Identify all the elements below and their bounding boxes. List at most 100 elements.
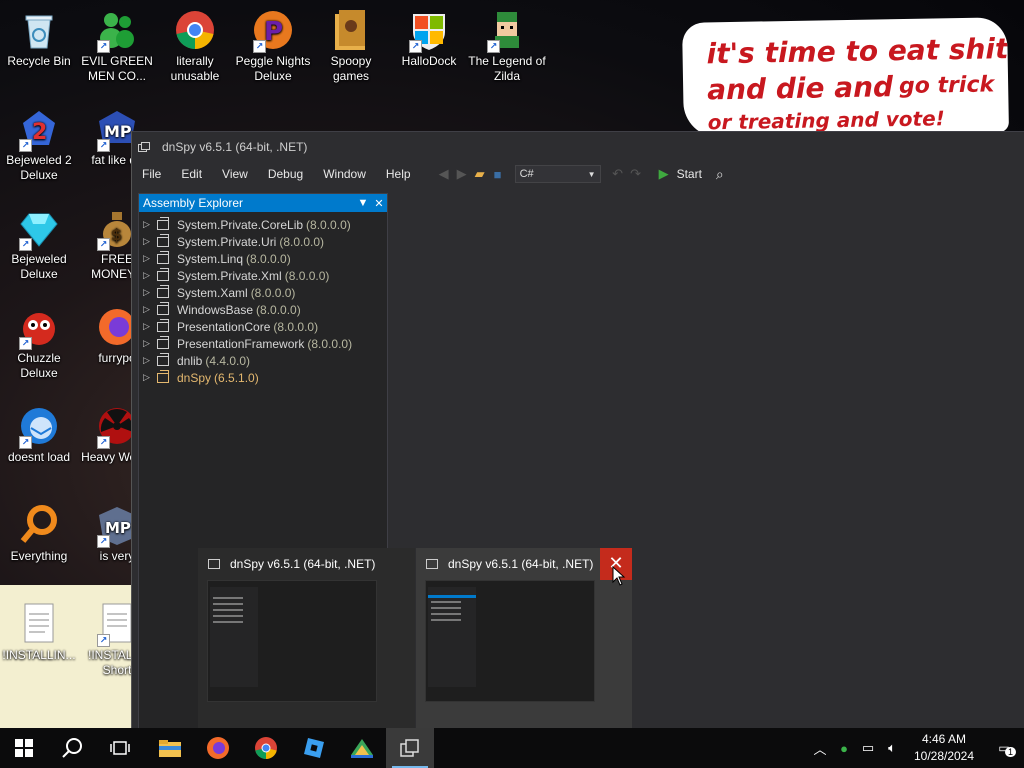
desktop-icon-peggle-nights[interactable]: P ↗ Peggle Nights Deluxe — [234, 8, 312, 84]
tree-node[interactable]: ▷ System.Linq (8.0.0.0) — [139, 250, 387, 267]
back-icon[interactable]: ◀ — [435, 165, 453, 183]
close-icon[interactable]: ✕ — [371, 197, 387, 210]
thumbnail-panel — [210, 587, 258, 687]
forward-icon[interactable]: ▶ — [453, 165, 471, 183]
folder-icon — [329, 8, 373, 52]
tree-node[interactable]: ▷ dnlib (4.4.0.0) — [139, 352, 387, 369]
taskbar-roblox-studio[interactable] — [290, 728, 338, 768]
desktop-icon-bejeweled-2[interactable]: 2 ↗ Bejeweled 2 Deluxe — [0, 107, 78, 183]
expand-arrow-icon[interactable]: ▷ — [143, 236, 153, 247]
chevron-down-icon: ▼ — [587, 169, 596, 179]
expand-arrow-icon[interactable]: ▷ — [143, 287, 153, 298]
assembly-version: (8.0.0.0) — [256, 302, 301, 317]
desktop-icon-legend-of-zilda[interactable]: ↗ The Legend of Zilda — [468, 8, 546, 84]
menu-window[interactable]: Window — [313, 167, 376, 181]
menu-help[interactable]: Help — [376, 167, 421, 181]
save-icon[interactable]: ■ — [489, 165, 507, 183]
assembly-icon — [157, 216, 169, 230]
assembly-name: System.Linq — [177, 251, 244, 266]
desktop-icon-bejeweled[interactable]: ↗ Bejeweled Deluxe — [0, 206, 78, 282]
tree-node[interactable]: ▷ WindowsBase (8.0.0.0) — [139, 301, 387, 318]
desktop-icon-everything[interactable]: Everything — [0, 503, 78, 564]
volume-icon[interactable]: 🔈︎ — [880, 740, 904, 756]
shortcut-arrow-icon: ↗ — [19, 238, 32, 251]
assembly-name: System.Private.CoreLib — [177, 217, 304, 232]
action-center-button[interactable]: ▭ 1 — [984, 741, 1024, 757]
taskbar-preview-hovered[interactable]: dnSpy v6.5.1 (64-bit, .NET) ✕ — [416, 548, 632, 728]
preview-title: dnSpy v6.5.1 (64-bit, .NET) — [230, 557, 376, 571]
taskbar-chrome[interactable] — [242, 728, 290, 768]
menu-debug[interactable]: Debug — [258, 167, 313, 181]
taskbar-preview[interactable]: dnSpy v6.5.1 (64-bit, .NET) — [198, 548, 415, 728]
search-button[interactable] — [48, 728, 96, 768]
assembly-name: System.Xaml — [177, 285, 248, 300]
tree-node[interactable]: ▷ PresentationCore (8.0.0.0) — [139, 318, 387, 335]
assembly-icon — [157, 233, 169, 247]
menu-file[interactable]: File — [132, 167, 171, 181]
start-button[interactable] — [0, 728, 48, 768]
desktop-icon-hallodock[interactable]: ↗ HalloDock — [390, 8, 468, 69]
chrome-icon — [255, 737, 277, 759]
redo-icon[interactable]: ↷ — [627, 165, 645, 183]
taskbar-app[interactable] — [338, 728, 386, 768]
tree-node[interactable]: ▷ System.Xaml (8.0.0.0) — [139, 284, 387, 301]
gem-icon: ↗ — [17, 206, 61, 251]
taskbar-file-explorer[interactable] — [146, 728, 194, 768]
clock[interactable]: 4:46 AM 10/28/2024 — [904, 731, 984, 765]
desktop-icon-evil-green-men[interactable]: ↗ EVIL GREEN MEN CO... — [78, 8, 156, 84]
system-tray: ︿ ● ▭ 🔈︎ 4:46 AM 10/28/2024 ▭ 1 — [808, 728, 1024, 768]
shortcut-arrow-icon: ↗ — [97, 535, 110, 548]
magnifier-icon — [17, 503, 61, 547]
window-icon — [138, 142, 150, 152]
shortcut-arrow-icon: ↗ — [97, 238, 110, 251]
assembly-name: PresentationFramework — [177, 336, 305, 351]
expand-arrow-icon[interactable]: ▷ — [143, 372, 153, 383]
expand-arrow-icon[interactable]: ▷ — [143, 304, 153, 315]
expand-arrow-icon[interactable]: ▷ — [143, 321, 153, 332]
network-icon[interactable]: ▭ — [856, 740, 880, 756]
tree-node[interactable]: ▷ System.Private.Xml (8.0.0.0) — [139, 267, 387, 284]
window-titlebar[interactable]: dnSpy v6.5.1 (64-bit, .NET) — [132, 132, 1024, 162]
chrome-icon — [173, 8, 217, 52]
open-folder-icon[interactable]: ▰ — [471, 165, 489, 183]
recycle-bin-icon — [17, 8, 61, 52]
assembly-name: WindowsBase — [177, 302, 254, 317]
menu-view[interactable]: View — [212, 167, 258, 181]
desktop-icon-installing[interactable]: !INSTALLIN... — [0, 602, 78, 663]
expand-arrow-icon[interactable]: ▷ — [143, 219, 153, 230]
desktop-icon-label: Chuzzle Deluxe — [17, 351, 61, 380]
desktop-icon-chuzzle[interactable]: ↗ Chuzzle Deluxe — [0, 305, 78, 381]
tree-node[interactable]: ▷ System.Private.CoreLib (8.0.0.0) — [139, 216, 387, 233]
tree-node[interactable]: ▷ dnSpy (6.5.1.0) — [139, 369, 387, 386]
preview-title: dnSpy v6.5.1 (64-bit, .NET) — [448, 557, 594, 571]
task-view-button[interactable] — [96, 728, 144, 768]
shortcut-arrow-icon: ↗ — [409, 40, 422, 53]
desktop-icon-doesnt-load[interactable]: ↗ doesnt load — [0, 404, 78, 465]
tree-node[interactable]: ▷ System.Private.Uri (8.0.0.0) — [139, 233, 387, 250]
expand-arrow-icon[interactable]: ▷ — [143, 270, 153, 281]
desktop-icon-recycle-bin[interactable]: Recycle Bin — [0, 8, 78, 69]
assembly-icon — [157, 250, 169, 264]
desktop-icon-literally-unusable[interactable]: literally unusable — [156, 8, 234, 84]
undo-icon[interactable]: ↶ — [609, 165, 627, 183]
start-debug-button[interactable]: ▶ Start — [659, 166, 702, 182]
chevron-up-icon[interactable]: ︿ — [808, 739, 832, 758]
meme-line-2b: go trick — [898, 72, 995, 100]
tree-node[interactable]: ▷ PresentationFramework (8.0.0.0) — [139, 335, 387, 352]
expand-arrow-icon[interactable]: ▷ — [143, 253, 153, 264]
people-icon[interactable]: ● — [832, 741, 856, 756]
app-icon — [351, 739, 373, 758]
search-icon[interactable]: ⌕ — [716, 166, 724, 183]
taskbar-firefox[interactable] — [194, 728, 242, 768]
preview-titlebar: dnSpy v6.5.1 (64-bit, .NET) — [198, 548, 415, 580]
panel-menu-icon[interactable]: ▼ — [355, 197, 371, 209]
taskbar-dnspy[interactable] — [386, 728, 434, 768]
desktop-icon-spoopy-games[interactable]: Spoopy games — [312, 8, 390, 84]
language-select[interactable]: C# ▼ — [514, 165, 601, 183]
preview-thumbnail[interactable] — [425, 580, 595, 702]
preview-thumbnail[interactable] — [207, 580, 377, 702]
expand-arrow-icon[interactable]: ▷ — [143, 338, 153, 349]
menu-edit[interactable]: Edit — [171, 167, 212, 181]
thumbnail-line — [431, 601, 461, 603]
expand-arrow-icon[interactable]: ▷ — [143, 355, 153, 366]
